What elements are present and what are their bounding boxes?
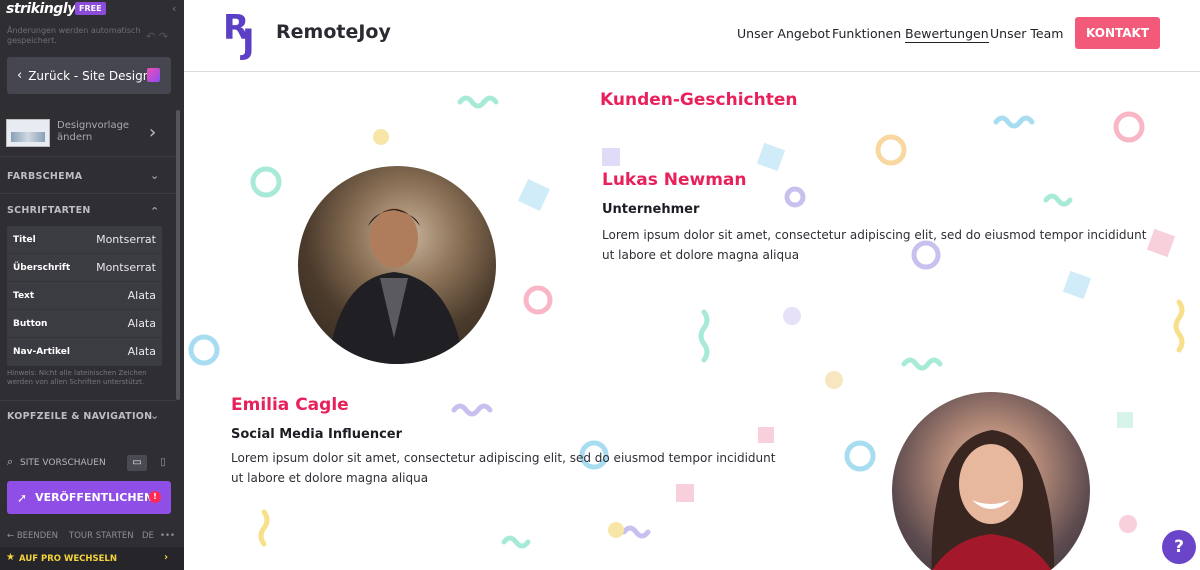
font-value: Montserrat xyxy=(96,261,156,274)
tour-link[interactable]: TOUR STARTEN xyxy=(69,531,134,541)
template-thumbnail xyxy=(6,119,50,147)
back-to-site-design-button[interactable]: ‹ Zurück - Site Design xyxy=(7,57,171,94)
font-row-nav-item[interactable]: Nav-Artikel Alata xyxy=(7,338,162,366)
mobile-preview-icon[interactable]: ▯ xyxy=(153,455,173,471)
fonts-label: SCHRIFTARTEN xyxy=(7,205,91,216)
nav-item-reviews[interactable]: Bewertungen xyxy=(905,26,989,43)
contact-button[interactable]: KONTAKT xyxy=(1075,17,1160,49)
testimonial-text: Lorem ipsum dolor sit amet, consectetur … xyxy=(231,451,776,485)
more-icon[interactable]: ••• xyxy=(160,531,175,541)
font-key: Text xyxy=(13,291,35,301)
nav-item-team[interactable]: Unser Team xyxy=(990,26,1063,41)
publish-label: VERÖFFENTLICHEN xyxy=(35,491,154,504)
person-photo xyxy=(328,208,464,364)
section-title: Kunden-Geschichten xyxy=(600,90,798,110)
publish-button[interactable]: ➚ VERÖFFENTLICHEN ! xyxy=(7,481,171,514)
font-value: Alata xyxy=(127,345,156,358)
font-value: Montserrat xyxy=(96,233,156,246)
chevron-right-icon: › xyxy=(164,552,169,563)
divider xyxy=(0,400,176,401)
site-preview-row: ⌕ SITE VORSCHAUEN ▭ ▯ xyxy=(7,455,177,471)
font-key: Titel xyxy=(13,235,36,245)
font-row-title[interactable]: Titel Montserrat xyxy=(7,226,162,254)
strikingly-logo: strikingly xyxy=(6,1,76,17)
avatar xyxy=(298,166,496,364)
chevron-right-icon: › xyxy=(149,122,157,143)
nav-item-offer[interactable]: Unser Angebot xyxy=(737,26,830,41)
font-settings-table: Titel Montserrat Überschrift Montserrat … xyxy=(7,226,162,366)
chevron-up-icon: ⌃ xyxy=(150,205,160,218)
autosave-note: Änderungen werden automatisch gespeicher… xyxy=(7,26,141,45)
nav-item-features[interactable]: Funktionen xyxy=(832,26,901,41)
chevron-down-icon: ⌄ xyxy=(150,169,160,182)
testimonial-name: Lukas Newman xyxy=(602,170,747,190)
color-scheme-label: FARBSCHEMA xyxy=(7,171,83,182)
undo-redo-icons[interactable]: ↶ ↷ xyxy=(146,30,168,43)
warning-icon: ! xyxy=(149,491,161,503)
font-hint: Hinweis: Nicht alle lateinischen Zeichen… xyxy=(7,369,147,386)
testimonial-role: Unternehmer xyxy=(602,202,700,217)
quit-label: BEENDEN xyxy=(16,531,59,541)
font-key: Nav-Artikel xyxy=(13,347,70,357)
help-button[interactable]: ? xyxy=(1162,530,1196,564)
testimonial-name: Emilia Cagle xyxy=(231,395,349,415)
color-scheme-section[interactable]: FARBSCHEMA ⌄ xyxy=(7,169,159,182)
language-link[interactable]: DE xyxy=(142,531,154,541)
palette-icon xyxy=(147,68,160,82)
upgrade-pro-bar[interactable]: ★ AUF PRO WECHSELN › xyxy=(0,547,184,570)
plan-badge: FREE xyxy=(75,2,106,15)
change-template-row[interactable]: Designvorlage ändern › xyxy=(0,111,176,157)
testimonial-role: Social Media Influencer xyxy=(231,427,403,442)
upgrade-pro-label: AUF PRO WECHSELN xyxy=(19,554,117,564)
sidebar-scrollbar[interactable] xyxy=(176,110,180,400)
brand-initial-j: J xyxy=(242,22,255,62)
collapse-sidebar-icon[interactable]: ‹ xyxy=(172,2,182,16)
back-button-label: Zurück - Site Design xyxy=(28,68,151,83)
font-row-text[interactable]: Text Alata xyxy=(7,282,162,310)
font-row-heading[interactable]: Überschrift Montserrat xyxy=(7,254,162,282)
search-icon: ⌕ xyxy=(7,455,14,468)
website-preview: R J RemoteJoy Unser Angebot Funktionen B… xyxy=(184,0,1200,570)
font-value: Alata xyxy=(127,317,156,330)
chevron-left-icon: ‹ xyxy=(17,68,23,83)
site-header: R J RemoteJoy Unser Angebot Funktionen B… xyxy=(184,0,1200,72)
brand-name[interactable]: RemoteJoy xyxy=(276,21,391,43)
font-row-button[interactable]: Button Alata xyxy=(7,310,162,338)
font-key: Button xyxy=(13,319,48,329)
font-key: Überschrift xyxy=(13,263,71,273)
quit-link[interactable]: ← BEENDEN xyxy=(7,531,58,541)
divider xyxy=(0,193,176,194)
brand-logo[interactable]: R J xyxy=(223,8,263,62)
header-navigation-section[interactable]: KOPFZEILE & NAVIGATION ⌄ xyxy=(7,409,159,422)
editor-sidebar: strikingly FREE ‹ Änderungen werden auto… xyxy=(0,0,184,570)
fonts-section[interactable]: SCHRIFTARTEN ⌃ xyxy=(7,205,159,218)
font-value: Alata xyxy=(127,289,156,302)
testimonial-text: Lorem ipsum dolor sit amet, consectetur … xyxy=(602,228,1147,262)
star-icon: ★ xyxy=(6,552,15,563)
template-label: Designvorlage ändern xyxy=(57,120,130,143)
rocket-icon: ➚ xyxy=(17,490,28,505)
desktop-preview-icon[interactable]: ▭ xyxy=(127,455,147,471)
header-navigation-label: KOPFZEILE & NAVIGATION xyxy=(7,411,153,422)
chevron-down-icon: ⌄ xyxy=(150,409,160,422)
site-preview-label: SITE VORSCHAUEN xyxy=(20,458,106,468)
sidebar-top: strikingly FREE ‹ Änderungen werden auto… xyxy=(0,0,184,48)
